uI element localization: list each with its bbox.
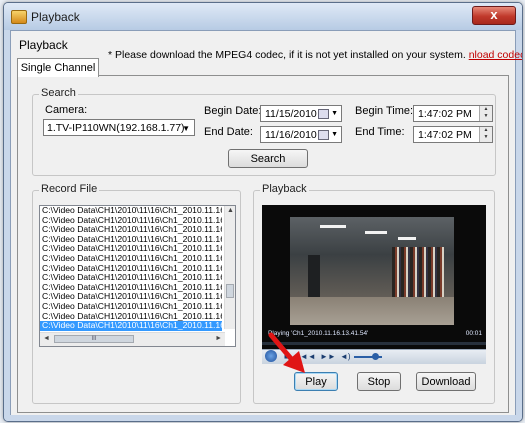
end-date-value: 11/16/2010 [265,129,317,141]
chevron-down-icon: ▼ [331,131,338,138]
list-item[interactable]: C:\Video Data\CH1\2010\11\16\Ch1_2010.11… [40,254,222,264]
begin-date-label: Begin Date: [204,105,262,117]
ceiling-light [320,225,346,228]
chevron-down-icon: ▼ [182,124,190,133]
tab-panel: Search Camera: 1.TV-IP110WN(192.168.1.77… [17,75,509,413]
list-item[interactable]: C:\Video Data\CH1\2010\11\16\Ch1_2010.11… [40,292,222,302]
ceiling-light [365,231,387,234]
prev-icon[interactable]: ◄◄ [300,352,316,361]
app-icon [11,10,27,24]
player-controls: ■ ◄◄ ►► ◄) [262,349,486,364]
header-label: Playback [19,38,68,52]
scroll-left-icon[interactable]: ◄ [43,335,50,342]
end-date-label: End Date: [204,126,253,138]
list-item[interactable]: C:\Video Data\CH1\2010\11\16\Ch1_2010.11… [40,264,222,274]
codec-notice: * Please download the MPEG4 codec, if it… [108,49,522,61]
floor [290,297,454,325]
search-button[interactable]: Search [228,149,308,168]
record-file-list[interactable]: C:\Video Data\CH1\2010\11\16\Ch1_2010.11… [39,205,236,347]
next-icon[interactable]: ►► [320,352,336,361]
list-item[interactable]: C:\Video Data\CH1\2010\11\16\Ch1_2010.11… [40,302,222,312]
end-date-picker[interactable]: 11/16/2010 ▼ [260,126,342,143]
search-group: Search Camera: 1.TV-IP110WN(192.168.1.77… [32,87,496,176]
record-file-group: Record File C:\Video Data\CH1\2010\11\16… [32,183,241,404]
spinner-arrows-icon[interactable]: ▲ ▼ [479,106,492,121]
codec-notice-text: * Please download the MPEG4 codec, if it… [108,49,466,61]
calendar-icon [318,109,329,119]
stop-icon[interactable]: ■ [284,352,289,361]
window-bottom-edge [4,415,522,421]
begin-time-spinner[interactable]: 1:47:02 PM ▲ ▼ [413,105,493,122]
play-icon[interactable] [265,350,277,362]
stop-button[interactable]: Stop [357,372,401,391]
video-status-text: Playing 'Ch1_2010.11.16.13.41.54' [268,330,369,337]
list-item[interactable]: C:\Video Data\CH1\2010\11\16\Ch1_2010.11… [40,312,222,322]
end-time-label: End Time: [355,126,405,138]
list-item[interactable]: C:\Video Data\CH1\2010\11\16\Ch1_2010.11… [40,321,222,331]
playback-group-title: Playback [260,183,309,195]
list-item[interactable]: C:\Video Data\CH1\2010\11\16\Ch1_2010.11… [40,283,222,293]
vertical-scroll-thumb[interactable] [226,284,234,298]
calendar-icon [318,130,329,140]
video-time: 00:01 [465,330,482,337]
search-group-title: Search [39,87,78,99]
end-time-spinner[interactable]: 1:47:02 PM ▲ ▼ [413,126,493,143]
tab-single-channel[interactable]: Single Channel [17,58,99,77]
volume-knob[interactable] [372,353,379,360]
volume-icon[interactable]: ◄) [340,352,351,361]
end-time-value: 1:47:02 PM [418,129,472,141]
bookshelf [392,247,444,302]
window-title: Playback [31,10,80,24]
record-file-items: C:\Video Data\CH1\2010\11\16\Ch1_2010.11… [40,206,235,331]
horizontal-scroll-thumb[interactable]: III [54,335,134,343]
begin-date-value: 11/15/2010 [265,108,317,120]
download-codec-link[interactable]: nload codec. [469,49,522,61]
list-item[interactable]: C:\Video Data\CH1\2010\11\16\Ch1_2010.11… [40,273,222,283]
list-item[interactable]: C:\Video Data\CH1\2010\11\16\Ch1_2010.11… [40,225,222,235]
playback-window: Playback x Playback * Please download th… [3,2,523,422]
doorway [308,255,320,299]
list-item[interactable]: C:\Video Data\CH1\2010\11\16\Ch1_2010.11… [40,216,222,226]
list-item[interactable]: C:\Video Data\CH1\2010\11\16\Ch1_2010.11… [40,235,222,245]
client-area: Playback * Please download the MPEG4 cod… [10,30,522,416]
download-button[interactable]: Download [416,372,476,391]
camera-frame [290,217,454,325]
begin-date-picker[interactable]: 11/15/2010 ▼ [260,105,342,122]
record-file-group-title: Record File [39,183,100,195]
close-button[interactable]: x [472,6,516,25]
scroll-right-icon[interactable]: ► [215,335,222,342]
camera-select[interactable]: 1.TV-IP110WN(192.168.1.77) ▼ [43,119,195,136]
horizontal-scrollbar[interactable]: ◄ III ► [40,332,225,346]
seek-bar[interactable] [262,342,486,345]
spinner-arrows-icon[interactable]: ▲ ▼ [479,127,492,142]
list-item[interactable]: C:\Video Data\CH1\2010\11\16\Ch1_2010.11… [40,244,222,254]
camera-select-value: 1.TV-IP110WN(192.168.1.77) [47,122,185,134]
chevron-down-icon: ▼ [331,110,338,117]
scroll-up-icon[interactable]: ▲ [227,207,234,214]
begin-time-value: 1:47:02 PM [418,108,472,120]
list-item[interactable]: C:\Video Data\CH1\2010\11\16\Ch1_2010.11… [40,206,222,216]
playback-group: Playback Playing 'Ch1_2010.11.16.13.41.5… [253,183,495,404]
ceiling-light [398,237,416,240]
play-button[interactable]: Play [294,372,338,391]
begin-time-label: Begin Time: [355,105,414,117]
video-player[interactable]: Playing 'Ch1_2010.11.16.13.41.54' 00:01 [262,205,486,349]
title-bar[interactable]: Playback x [4,3,522,30]
camera-label: Camera: [45,104,88,116]
vertical-scrollbar[interactable]: ▲ [224,206,235,329]
